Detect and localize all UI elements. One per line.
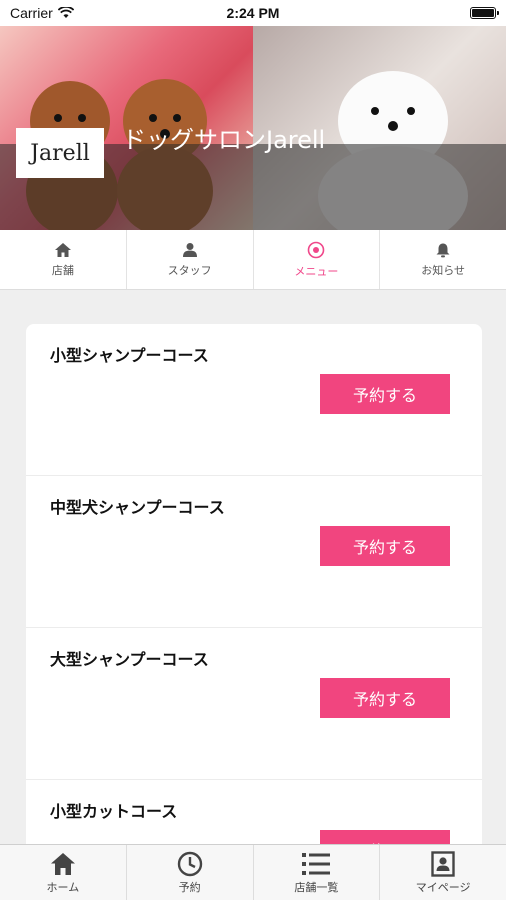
home-icon <box>50 852 75 875</box>
clock-icon <box>177 851 202 876</box>
salon-name: ドッグサロンJarell <box>122 126 326 154</box>
tab-reserve[interactable]: 予約 <box>127 845 254 900</box>
tab-label: マイページ <box>415 880 471 894</box>
menu-item-title: 小型カットコース <box>50 802 178 821</box>
top-nav-store[interactable]: 店舗 <box>0 230 127 289</box>
menu-item-title: 中型犬シャンプーコース <box>50 498 225 517</box>
tab-mypage[interactable]: マイページ <box>380 845 506 900</box>
target-icon <box>308 241 325 258</box>
bell-icon <box>436 243 450 257</box>
top-nav-news[interactable]: お知らせ <box>380 230 506 289</box>
profile-card-icon <box>431 850 455 877</box>
salon-logo: Jarell <box>16 128 104 178</box>
carrier-name: Carrier <box>10 5 53 21</box>
top-nav-label: メニュー <box>294 264 339 278</box>
person-icon <box>182 242 197 257</box>
list-icon <box>302 852 331 875</box>
status-time: 2:24 PM <box>226 5 280 21</box>
menu-item-title: 小型シャンプーコース <box>50 346 209 365</box>
tab-label: ホーム <box>46 880 80 894</box>
home-icon <box>54 242 71 257</box>
top-nav-label: スタッフ <box>167 263 212 277</box>
tab-home[interactable]: ホーム <box>0 845 127 900</box>
status-bar: Carrier 2:24 PM <box>0 0 506 26</box>
wifi-icon <box>57 7 74 18</box>
reserve-button[interactable]: 予約する <box>320 374 450 414</box>
menu-item: 小型シャンプーコース 予約する <box>26 324 482 476</box>
menu-item: 中型犬シャンプーコース 予約する <box>26 476 482 628</box>
tab-bar: ホーム 予約 店舗一覧 マイページ <box>0 844 506 900</box>
menu-card: 小型シャンプーコース 予約する 中型犬シャンプーコース 予約する 大型シャンプー… <box>26 324 482 864</box>
tab-label: 店舗一覧 <box>294 880 339 894</box>
top-nav-label: 店舗 <box>51 263 74 277</box>
menu-item-title: 大型シャンプーコース <box>50 650 209 669</box>
top-nav: 店舗 スタッフ メニュー お知らせ <box>0 230 506 290</box>
top-nav-label: お知らせ <box>421 263 466 277</box>
carrier: Carrier <box>10 5 74 21</box>
top-nav-menu[interactable]: メニュー <box>254 230 381 289</box>
reserve-button[interactable]: 予約する <box>320 526 450 566</box>
tab-label: 予約 <box>178 880 201 894</box>
top-nav-staff[interactable]: スタッフ <box>127 230 254 289</box>
logo-text: Jarell <box>30 140 90 166</box>
tab-store-list[interactable]: 店舗一覧 <box>254 845 381 900</box>
reserve-button[interactable]: 予約する <box>320 678 450 718</box>
menu-item: 大型シャンプーコース 予約する <box>26 628 482 780</box>
battery-icon <box>470 7 499 19</box>
